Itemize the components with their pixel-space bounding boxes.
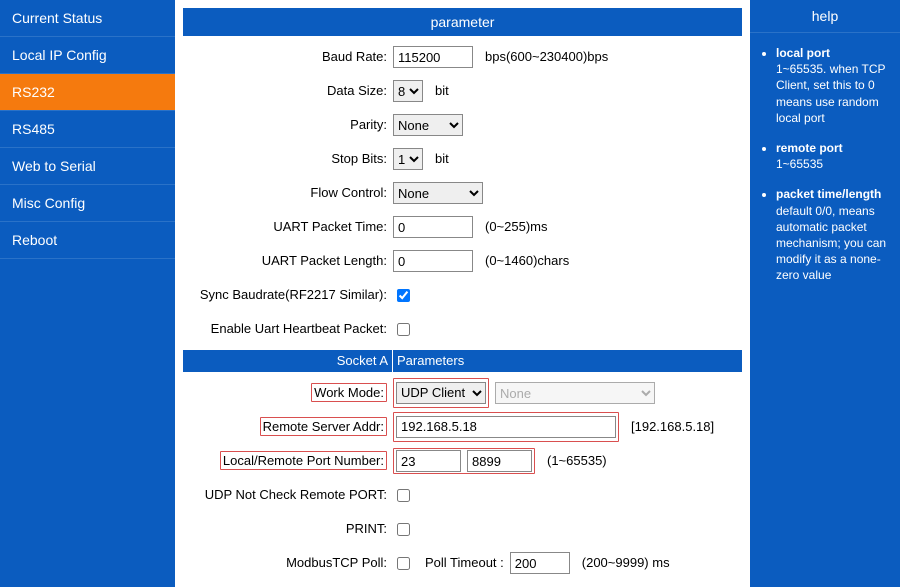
remote-server-addr-input[interactable] [396, 416, 616, 438]
work-mode-secondary-select: None [495, 382, 655, 404]
remote-server-addr-label: Remote Server Addr: [260, 417, 387, 436]
uart-packet-time-label: UART Packet Time: [183, 214, 393, 240]
udp-nocheck-label: UDP Not Check Remote PORT: [183, 482, 393, 508]
work-mode-label: Work Mode: [311, 383, 387, 402]
uart-packet-length-input[interactable] [393, 250, 473, 272]
udp-nocheck-checkbox[interactable] [397, 489, 410, 502]
port-number-suffix: (1~65535) [547, 448, 607, 474]
nav-web-to-serial[interactable]: Web to Serial [0, 148, 175, 185]
data-size-label: Data Size: [183, 78, 393, 104]
nav-reboot[interactable]: Reboot [0, 222, 175, 259]
socket-a-header-left: Socket A [183, 350, 393, 372]
modbustcp-poll-label: ModbusTCP Poll: [183, 550, 393, 576]
uart-packet-time-input[interactable] [393, 216, 473, 238]
data-size-suffix: bit [435, 78, 449, 104]
baud-rate-suffix: bps(600~230400)bps [485, 44, 608, 70]
help-item-remote-port: remote port 1~65535 [776, 140, 890, 172]
data-size-select[interactable]: 8 [393, 80, 423, 102]
sidebar-nav: Current Status Local IP Config RS232 RS4… [0, 0, 175, 587]
flow-control-select[interactable]: None [393, 182, 483, 204]
panel-title: parameter [183, 8, 742, 36]
modbustcp-poll-checkbox[interactable] [397, 557, 410, 570]
baud-rate-label: Baud Rate: [183, 44, 393, 70]
sync-baudrate-checkbox[interactable] [397, 289, 410, 302]
work-mode-select[interactable]: UDP Client [396, 382, 486, 404]
help-item-local-port: local port 1~65535. when TCP Client, set… [776, 45, 890, 126]
poll-timeout-suffix: (200~9999) ms [582, 550, 670, 576]
help-item-packet-time-length: packet time/length default 0/0, means au… [776, 186, 890, 283]
help-title: help [750, 0, 900, 33]
nav-misc-config[interactable]: Misc Config [0, 185, 175, 222]
nav-rs232[interactable]: RS232 [0, 74, 175, 111]
uart-packet-time-suffix: (0~255)ms [485, 214, 548, 240]
uart-heartbeat-label: Enable Uart Heartbeat Packet: [183, 316, 393, 342]
poll-timeout-label: Poll Timeout : [425, 550, 504, 576]
stop-bits-select[interactable]: 1 [393, 148, 423, 170]
parity-select[interactable]: None [393, 114, 463, 136]
nav-local-ip-config[interactable]: Local IP Config [0, 37, 175, 74]
uart-packet-length-suffix: (0~1460)chars [485, 248, 569, 274]
remote-server-addr-hint: [192.168.5.18] [631, 414, 714, 440]
local-port-input[interactable] [396, 450, 461, 472]
remote-port-input[interactable] [467, 450, 532, 472]
nav-rs485[interactable]: RS485 [0, 111, 175, 148]
print-label: PRINT: [183, 516, 393, 542]
flow-control-label: Flow Control: [183, 180, 393, 206]
parity-label: Parity: [183, 112, 393, 138]
poll-timeout-input[interactable] [510, 552, 570, 574]
uart-packet-length-label: UART Packet Length: [183, 248, 393, 274]
baud-rate-input[interactable] [393, 46, 473, 68]
help-panel: help local port 1~65535. when TCP Client… [750, 0, 900, 587]
sync-baudrate-label: Sync Baudrate(RF2217 Similar): [183, 282, 393, 308]
nav-current-status[interactable]: Current Status [0, 0, 175, 37]
port-number-label: Local/Remote Port Number: [220, 451, 387, 470]
uart-heartbeat-checkbox[interactable] [397, 323, 410, 336]
main-panel: parameter Baud Rate: bps(600~230400)bps … [175, 0, 750, 587]
socket-a-header-right: Parameters [393, 350, 464, 372]
stop-bits-label: Stop Bits: [183, 146, 393, 172]
socket-a-header: Socket A Parameters [183, 350, 742, 372]
stop-bits-suffix: bit [435, 146, 449, 172]
print-checkbox[interactable] [397, 523, 410, 536]
